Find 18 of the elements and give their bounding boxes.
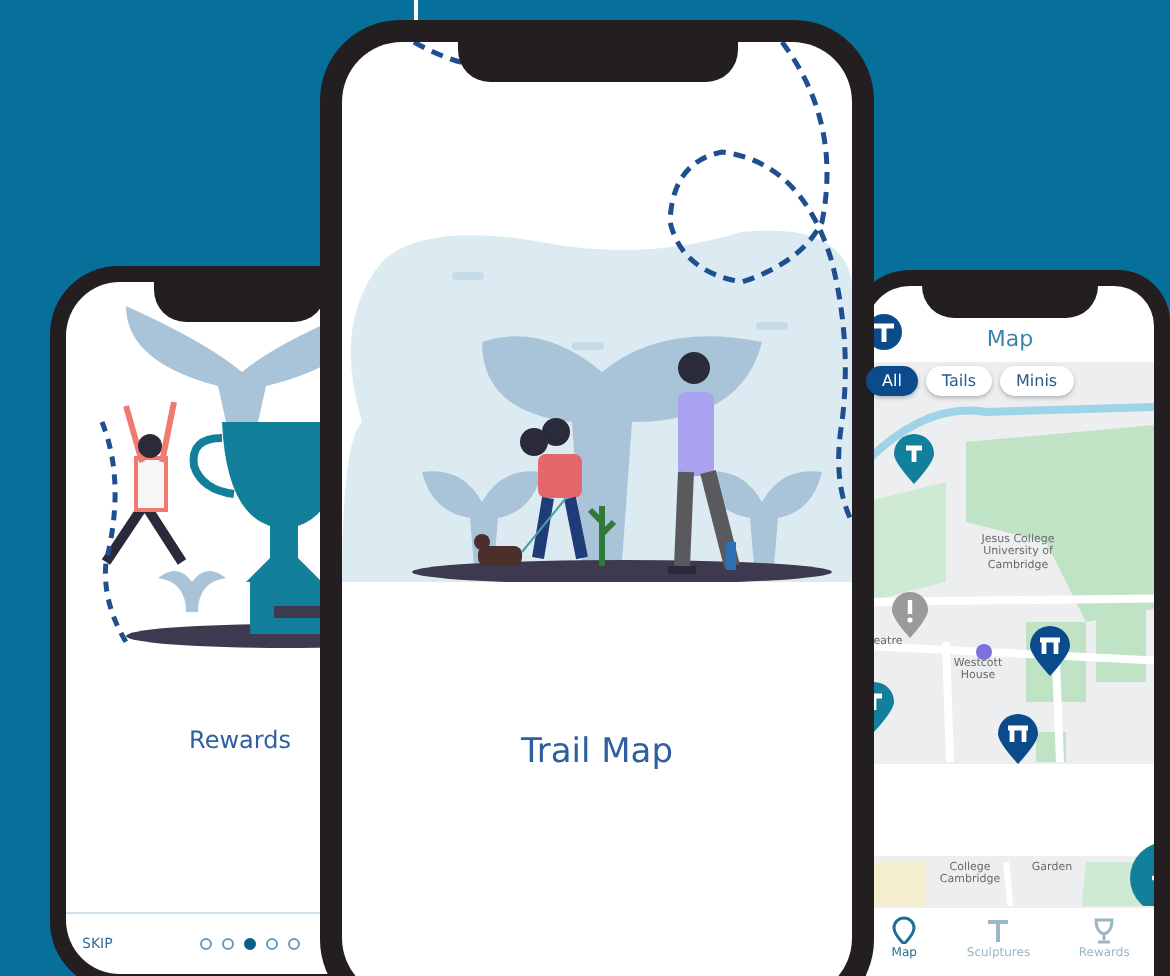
sculpture-icon bbox=[984, 916, 1013, 944]
page-indicator-dot[interactable] bbox=[266, 938, 279, 950]
page-indicator-dot[interactable] bbox=[288, 938, 301, 950]
alert-pin-icon[interactable] bbox=[892, 592, 928, 638]
page-indicator-dot[interactable] bbox=[244, 938, 257, 950]
page-indicator-dot[interactable] bbox=[200, 938, 213, 950]
map-pin-icon[interactable] bbox=[998, 714, 1038, 764]
map-pin-icon[interactable] bbox=[1030, 626, 1070, 676]
filter-chip[interactable]: All bbox=[866, 366, 918, 396]
filter-chip[interactable]: Tails bbox=[925, 366, 992, 396]
page-indicator-dot[interactable] bbox=[222, 938, 235, 950]
screen-title: Rewards bbox=[189, 726, 291, 754]
screen-title: Map bbox=[986, 326, 1034, 352]
filter-chip[interactable]: Minis bbox=[1000, 366, 1074, 396]
screen-title: Trail Map bbox=[520, 732, 674, 772]
map-pin-icon bbox=[890, 916, 919, 944]
location-dot-icon bbox=[976, 644, 992, 660]
trophy-icon bbox=[1090, 916, 1119, 944]
